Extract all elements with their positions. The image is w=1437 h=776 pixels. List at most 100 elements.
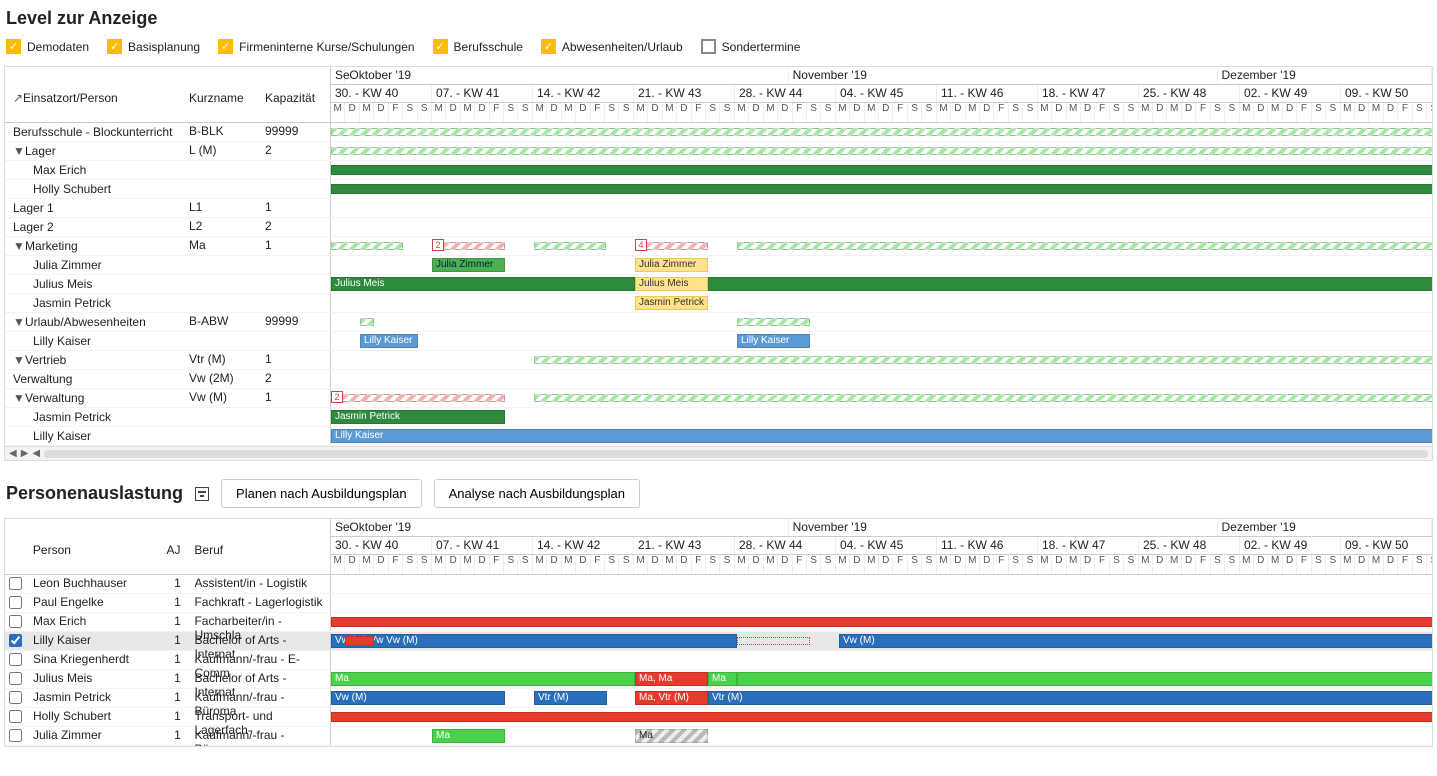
gantt-bar[interactable]: Lilly Kaiser xyxy=(360,334,418,348)
gantt-bar[interactable] xyxy=(360,318,374,326)
col-person: Person xyxy=(29,519,165,561)
gantt-bar[interactable]: Jasmin Petrick xyxy=(635,296,708,310)
gantt-bar[interactable] xyxy=(345,636,374,646)
plan-button[interactable]: Planen nach Ausbildungsplan xyxy=(221,479,422,508)
location-row[interactable]: Jasmin PetrickJasmin Petrick xyxy=(5,408,1432,427)
location-row[interactable]: ▼VerwaltungVw (M)12 xyxy=(5,389,1432,408)
gantt-bar[interactable]: Ma xyxy=(331,672,635,686)
location-row[interactable]: Holly Schubert xyxy=(5,180,1432,199)
person-row[interactable]: Paul Engelke 1 Fachkraft - Lagerlogistik xyxy=(5,594,1432,613)
location-row[interactable]: Julius MeisJulius MeisJulius Meis xyxy=(5,275,1432,294)
person-row[interactable]: Julius Meis 1 Bachelor of Arts - Interna… xyxy=(5,670,1432,689)
person-checkbox[interactable] xyxy=(9,615,22,628)
analyse-button[interactable]: Analyse nach Ausbildungsplan xyxy=(434,479,640,508)
chevron-down-icon[interactable]: ▼ xyxy=(13,353,23,367)
gantt-bar[interactable]: Julia Zimmer xyxy=(635,258,708,272)
chevron-down-icon[interactable]: ▼ xyxy=(13,239,23,253)
gantt-bar[interactable] xyxy=(331,128,1432,136)
filter-icon[interactable] xyxy=(195,487,209,501)
gantt-bar[interactable] xyxy=(708,277,1432,291)
gantt-bar[interactable]: Lilly Kaiser xyxy=(737,334,810,348)
gantt-bar[interactable]: Ma xyxy=(432,729,505,743)
chevron-down-icon[interactable]: ▼ xyxy=(13,315,23,329)
filter-checkbox[interactable]: ✓Abwesenheiten/Urlaub xyxy=(541,39,683,54)
gantt-bar[interactable]: Vtr (M) xyxy=(708,691,1432,705)
gantt-bar[interactable] xyxy=(534,242,606,250)
gantt-bar[interactable]: Julius Meis xyxy=(331,277,635,291)
person-checkbox[interactable] xyxy=(9,729,22,742)
person-row[interactable]: Sina Kriegenherdt 1 Kaufmann/-frau - E-C… xyxy=(5,651,1432,670)
gantt-bar[interactable]: Ma, Ma xyxy=(635,672,708,686)
filter-checkbox[interactable]: ✓Basisplanung xyxy=(107,39,200,54)
gantt-bar[interactable]: 4 xyxy=(635,239,647,251)
location-row[interactable]: Jasmin PetrickJasmin Petrick xyxy=(5,294,1432,313)
gantt-bar[interactable]: 2 xyxy=(432,239,444,251)
person-checkbox[interactable] xyxy=(9,710,22,723)
gantt-bar[interactable]: Ma xyxy=(708,672,737,686)
person-row[interactable]: Julia Zimmer 1 Kaufmann/-frau - Büroma M… xyxy=(5,727,1432,746)
gantt-bar[interactable] xyxy=(737,637,810,645)
gantt-bar[interactable] xyxy=(534,356,1432,364)
gantt-bar[interactable]: Julia Zimmer xyxy=(432,258,505,272)
gantt-bar[interactable] xyxy=(331,147,1432,155)
gantt-bar[interactable]: Vw (M) xyxy=(839,634,1432,648)
locations-grid: ↗Einsatzort/Person Kurzname Kapazität Se… xyxy=(4,66,1433,461)
gantt-bar[interactable] xyxy=(737,242,1432,250)
person-checkbox[interactable] xyxy=(9,634,22,647)
timeline-days: MDMDFSSMDMDFSSMDMDFSSMDMDFSSMDMDFSSMDMDF… xyxy=(331,103,1432,123)
gantt-bar[interactable]: Ma xyxy=(635,729,708,743)
person-checkbox[interactable] xyxy=(9,691,22,704)
filter-checkbox[interactable]: ✓Berufsschule xyxy=(433,39,523,54)
gantt-bar[interactable] xyxy=(331,165,1432,175)
location-row[interactable]: ▼LagerL (M)2 xyxy=(5,142,1432,161)
location-row[interactable]: ▼Urlaub/AbwesenheitenB-ABW99999 xyxy=(5,313,1432,332)
gantt-bar[interactable] xyxy=(331,184,1432,194)
filter-checkbox[interactable]: ✓Demodaten xyxy=(6,39,89,54)
location-row[interactable]: Julia ZimmerJulia ZimmerJulia Zimmer xyxy=(5,256,1432,275)
location-row[interactable]: Lilly KaiserLilly Kaiser xyxy=(5,427,1432,446)
scroll-left-icon[interactable]: ◀ xyxy=(9,448,17,459)
chevron-down-icon[interactable]: ▼ xyxy=(13,144,23,158)
person-row[interactable]: Jasmin Petrick 1 Kaufmann/-frau - Büroma… xyxy=(5,689,1432,708)
person-checkbox[interactable] xyxy=(9,653,22,666)
location-row[interactable]: Lager 2L22 xyxy=(5,218,1432,237)
filter-checkbox[interactable]: Sondertermine xyxy=(701,39,801,54)
person-row[interactable]: Max Erich 1 Facharbeiter/in - Umschla xyxy=(5,613,1432,632)
gantt-bar[interactable] xyxy=(534,394,1432,402)
gantt-bar[interactable] xyxy=(331,242,403,250)
person-checkbox[interactable] xyxy=(9,577,22,590)
gantt-bar[interactable]: Vtr (M) xyxy=(534,691,607,705)
expand-icon[interactable]: ↗ xyxy=(13,91,23,105)
person-checkbox[interactable] xyxy=(9,672,22,685)
person-row[interactable]: Leon Buchhauser 1 Assistent/in - Logisti… xyxy=(5,575,1432,594)
gantt-bar[interactable] xyxy=(331,617,1432,627)
gantt-bar[interactable]: Vw (M) Vw Vw (M) xyxy=(331,634,737,648)
gantt-bar[interactable]: Lilly Kaiser xyxy=(331,429,1432,443)
person-row[interactable]: Lilly Kaiser 1 Bachelor of Arts - Intern… xyxy=(5,632,1432,651)
location-row[interactable]: ▼VertriebVtr (M)1 xyxy=(5,351,1432,370)
scroll-bar[interactable]: ◀ ▶ ◀ xyxy=(5,446,1432,460)
gantt-bar[interactable] xyxy=(331,712,1432,722)
timeline-months: SeOktober '19November '19Dezember '19 xyxy=(331,519,1432,537)
location-row[interactable]: Max Erich xyxy=(5,161,1432,180)
location-row[interactable]: VerwaltungVw (2M)2 xyxy=(5,370,1432,389)
person-checkbox[interactable] xyxy=(9,596,22,609)
gantt-bar[interactable]: Julius Meis xyxy=(635,277,708,291)
location-row[interactable]: Lilly KaiserLilly KaiserLilly Kaiser xyxy=(5,332,1432,351)
person-row[interactable]: Holly Schubert 1 Transport- und Lagerfac… xyxy=(5,708,1432,727)
col-location: Einsatzort/Person xyxy=(23,91,118,105)
location-row[interactable]: ▼MarketingMa124 xyxy=(5,237,1432,256)
gantt-bar[interactable] xyxy=(737,672,1432,686)
gantt-bar[interactable] xyxy=(331,394,505,402)
gantt-bar[interactable]: 2 xyxy=(331,391,343,403)
gantt-bar[interactable]: Ma, Vtr (M) xyxy=(635,691,708,705)
chevron-down-icon[interactable]: ▼ xyxy=(13,391,23,405)
filter-checkbox[interactable]: ✓Firmeninterne Kurse/Schulungen xyxy=(218,39,414,54)
gantt-bar[interactable]: Jasmin Petrick xyxy=(331,410,505,424)
location-row[interactable]: Lager 1L11 xyxy=(5,199,1432,218)
scroll-right-icon[interactable]: ▶ xyxy=(21,448,29,459)
gantt-bar[interactable]: Vw (M) xyxy=(331,691,505,705)
gantt-bar[interactable] xyxy=(737,318,810,326)
scroll-left-icon[interactable]: ◀ xyxy=(32,448,40,459)
location-row[interactable]: Berufsschule - BlockunterrichtB-BLK99999 xyxy=(5,123,1432,142)
